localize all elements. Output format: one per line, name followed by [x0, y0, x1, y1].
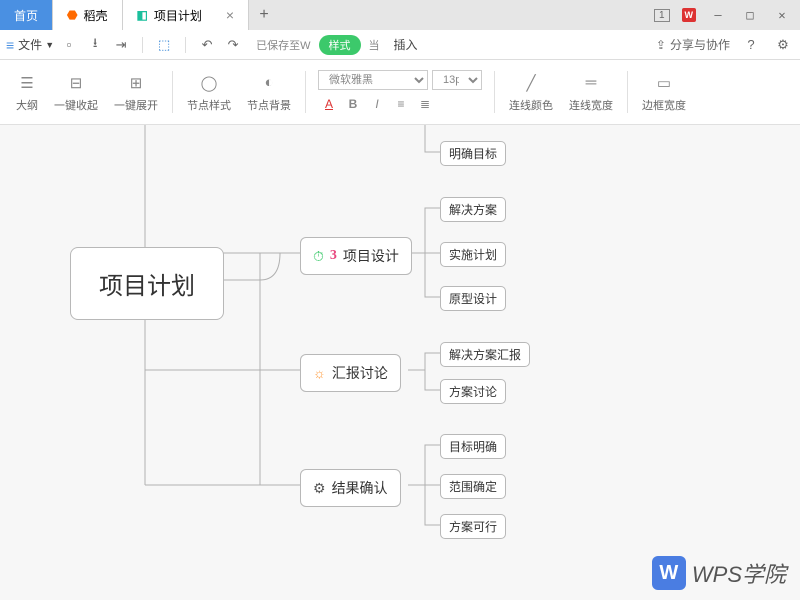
bold-button[interactable]: B — [342, 94, 364, 114]
separator — [172, 71, 173, 113]
insert-tab[interactable]: 插入 — [394, 36, 418, 53]
node-bg-icon: ◐ — [258, 72, 280, 94]
leaf-node[interactable]: 解决方案 — [440, 197, 506, 222]
share-button[interactable]: ⇪ 分享与协作 — [656, 36, 730, 53]
hamburger-icon[interactable]: ≡ — [6, 37, 14, 53]
collapse-label: 一键收起 — [54, 97, 98, 113]
expand-button[interactable]: ⊞ 一键展开 — [106, 60, 166, 124]
tab-bar: 首页 ⬣ 稻壳 ◧ 项目计划 × + 1 W — □ ✕ — [0, 0, 800, 30]
outline-icon: ☰ — [16, 72, 38, 94]
line-color-label: 连线颜色 — [509, 97, 553, 113]
after-style-text: 当 — [369, 37, 380, 53]
leaf-node[interactable]: 目标明确 — [440, 434, 506, 459]
undo-icon[interactable]: ↶ — [196, 34, 218, 56]
tab-close-icon[interactable]: × — [226, 7, 234, 23]
tab-docshell-label: 稻壳 — [84, 7, 108, 24]
leaf-node[interactable]: 原型设计 — [440, 286, 506, 311]
collapse-icon: ⊟ — [65, 72, 87, 94]
save-icon[interactable]: ▫ — [58, 34, 80, 56]
share-icon: ⇪ — [656, 38, 666, 52]
line-width-icon: ═ — [580, 72, 602, 94]
separator — [305, 71, 306, 113]
lightbulb-icon: ☼ — [313, 365, 326, 381]
chevron-down-icon: ▼ — [45, 40, 54, 50]
align-button[interactable]: ≡ — [390, 94, 412, 114]
line-color-icon: ╱ — [520, 72, 542, 94]
separator — [627, 71, 628, 113]
tab-add-button[interactable]: + — [249, 0, 279, 30]
tab-active[interactable]: ◧ 项目计划 × — [123, 0, 250, 30]
border-width-label: 边框宽度 — [642, 97, 686, 113]
tab-docshell[interactable]: ⬣ 稻壳 — [53, 0, 123, 30]
node-style-icon: ◯ — [198, 72, 220, 94]
branch-label: 项目设计 — [343, 246, 399, 266]
separator — [494, 71, 495, 113]
font-size-select[interactable]: 13px — [432, 70, 482, 90]
share-label: 分享与协作 — [670, 36, 730, 53]
settings-icon[interactable]: ⚙ — [772, 34, 794, 56]
node-style-button[interactable]: ◯ 节点样式 — [179, 60, 239, 124]
border-width-icon: ▭ — [653, 72, 675, 94]
branch-label: 结果确认 — [332, 478, 388, 498]
window-maximize-button[interactable]: □ — [740, 8, 760, 22]
help-icon[interactable]: ? — [740, 34, 762, 56]
leaf-node[interactable]: 实施计划 — [440, 242, 506, 267]
separator — [185, 37, 186, 53]
redo-icon[interactable]: ↷ — [222, 34, 244, 56]
watermark-text: WPS学院 — [692, 557, 786, 589]
window-minimize-button[interactable]: — — [708, 8, 728, 22]
node-bg-button[interactable]: ◐ 节点背景 — [239, 60, 299, 124]
mindmap-icon: ◧ — [137, 8, 148, 22]
expand-icon: ⊞ — [125, 72, 147, 94]
format-painter-icon[interactable]: ⬚ — [153, 34, 175, 56]
branch-node-confirm[interactable]: ⚙ 结果确认 — [300, 469, 401, 507]
font-family-select[interactable]: 微软雅黑 — [318, 70, 428, 90]
leaf-node[interactable]: 方案讨论 — [440, 379, 506, 404]
root-node[interactable]: 项目计划 — [70, 247, 224, 320]
italic-button[interactable]: I — [366, 94, 388, 114]
leaf-node[interactable]: 明确目标 — [440, 141, 506, 166]
tab-home[interactable]: 首页 — [0, 0, 53, 30]
collapse-button[interactable]: ⊟ 一键收起 — [46, 60, 106, 124]
watermark: W WPS学院 — [652, 556, 786, 590]
branch-label: 汇报讨论 — [332, 363, 388, 383]
window-close-button[interactable]: ✕ — [772, 8, 792, 22]
node-style-label: 节点样式 — [187, 97, 231, 113]
mindmap-canvas[interactable]: 项目计划 明确目标 ⏱ 3 项目设计 解决方案 实施计划 原型设计 ☼ 汇报讨论… — [0, 125, 800, 600]
outline-button[interactable]: ☰ 大纲 — [8, 60, 46, 124]
download-icon[interactable]: ⭳ — [84, 34, 106, 56]
leaf-node[interactable]: 范围确定 — [440, 474, 506, 499]
saved-status: 已保存至W — [256, 37, 310, 53]
file-menu[interactable]: 文件 ▼ — [18, 36, 54, 53]
line-width-button[interactable]: ═ 连线宽度 — [561, 60, 621, 124]
font-group: 微软雅黑 13px A B I ≡ ≣ — [312, 70, 488, 114]
leaf-node[interactable]: 方案可行 — [440, 514, 506, 539]
branch-node-design[interactable]: ⏱ 3 项目设计 — [300, 237, 412, 275]
expand-label: 一键展开 — [114, 97, 158, 113]
main-toolbar: ≡ 文件 ▼ ▫ ⭳ ⇥ ⬚ ↶ ↷ 已保存至W 样式 当 插入 ⇪ 分享与协作… — [0, 30, 800, 60]
more-align-button[interactable]: ≣ — [414, 94, 436, 114]
node-bg-label: 节点背景 — [247, 97, 291, 113]
line-width-label: 连线宽度 — [569, 97, 613, 113]
tab-active-label: 项目计划 — [154, 7, 202, 24]
outline-label: 大纲 — [16, 97, 38, 113]
export-icon[interactable]: ⇥ — [110, 34, 132, 56]
number-3-icon: 3 — [330, 248, 337, 264]
stopwatch-icon: ⏱ — [313, 248, 324, 265]
wps-logo-icon: W — [652, 556, 686, 590]
window-badge[interactable]: 1 — [654, 9, 670, 22]
font-color-button[interactable]: A — [318, 94, 340, 114]
border-width-button[interactable]: ▭ 边框宽度 — [634, 60, 694, 124]
separator — [142, 37, 143, 53]
ribbon-bar: ☰ 大纲 ⊟ 一键收起 ⊞ 一键展开 ◯ 节点样式 ◐ 节点背景 微软雅黑 13… — [0, 60, 800, 125]
branch-node-report[interactable]: ☼ 汇报讨论 — [300, 354, 401, 392]
docshell-icon: ⬣ — [67, 8, 77, 22]
wps-logo-icon: W — [682, 8, 697, 22]
leaf-node[interactable]: 解决方案汇报 — [440, 342, 530, 367]
tabbar-right: 1 W — □ ✕ — [654, 0, 800, 30]
file-menu-label: 文件 — [18, 36, 42, 53]
gear-icon: ⚙ — [313, 480, 326, 497]
line-color-button[interactable]: ╱ 连线颜色 — [501, 60, 561, 124]
style-tab[interactable]: 样式 — [319, 35, 361, 55]
